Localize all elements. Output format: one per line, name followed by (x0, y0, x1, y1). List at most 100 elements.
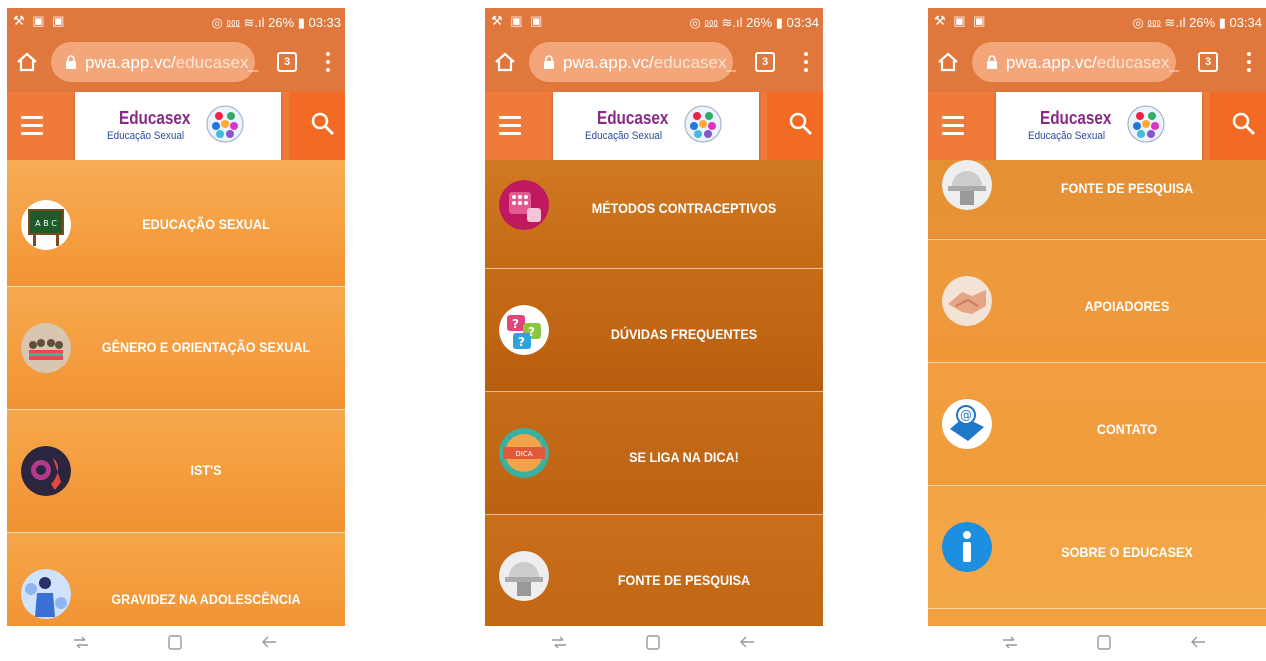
svg-text:?: ? (518, 335, 525, 349)
menu-item[interactable]: SOBRE O EDUCASEX (928, 486, 1266, 609)
pregnancy-icon (21, 569, 71, 619)
search-icon (1232, 112, 1255, 135)
home-square-icon[interactable] (1094, 632, 1114, 652)
logo-brand: Educasex (119, 108, 191, 128)
url-path: educasex_ (175, 53, 258, 72)
more-options-icon[interactable] (325, 50, 331, 74)
url-text: pwa.app.vc/educasex_ (1006, 53, 1179, 73)
menu-list: A B C EDUCAÇÃO SEXUAL GÊNERO E ORIENTAÇÃ… (7, 160, 345, 626)
android-nav-bar (928, 626, 1266, 658)
search-button[interactable] (767, 92, 823, 160)
app-header: Educasex Educação Sexual (485, 92, 823, 160)
menu-item-label: APOIADORES (1084, 298, 1170, 314)
android-nav-bar (485, 626, 823, 658)
search-icon (789, 112, 812, 135)
status-right: ◎ ⅏ ≋.ıl 26% ▮ 03:34 (689, 15, 819, 30)
status-left-icons: ⚒ ▣ ▣ (13, 13, 67, 28)
address-bar[interactable]: pwa.app.vc/educasex_ (51, 42, 258, 82)
menu-item-label: CONTATO (1096, 421, 1158, 437)
menu-item[interactable]: DICA SE LIGA NA DICA! (485, 392, 823, 515)
question-marks-icon: ??? (499, 305, 549, 355)
menu-item[interactable]: FONTE DE PESQUISA (928, 160, 1266, 240)
menu-item[interactable]: A B C EDUCAÇÃO SEXUAL (7, 164, 345, 287)
svg-text:?: ? (528, 325, 535, 339)
lock-icon (66, 55, 76, 69)
menu-item-label: DÚVIDAS FREQUENTES (610, 326, 758, 342)
url-host: pwa.app.vc/ (85, 53, 176, 72)
status-left-icons: ⚒ ▣ ▣ (934, 13, 988, 28)
back-arrow-icon[interactable] (259, 632, 279, 652)
hamburger-menu-icon[interactable] (942, 116, 964, 135)
back-arrow-icon[interactable] (737, 632, 757, 652)
menu-item[interactable]: ??? DÚVIDAS FREQUENTES (485, 269, 823, 392)
globe-people-icon (206, 105, 244, 143)
search-button[interactable] (289, 92, 345, 160)
menu-item-label: FONTE DE PESQUISA (1060, 180, 1194, 196)
menu-item[interactable]: GRAVIDEZ NA ADOLESCÊNCIA (7, 533, 345, 626)
recent-apps-icon[interactable] (549, 632, 569, 652)
menu-item[interactable]: @ CONTATO (928, 363, 1266, 486)
handshake-icon (942, 276, 992, 326)
menu-list: FONTE DE PESQUISA APOIADORES @ CONTATO S… (928, 160, 1266, 626)
url-host: pwa.app.vc/ (563, 53, 654, 72)
address-bar[interactable]: pwa.app.vc/educasex_ (972, 42, 1179, 82)
ribbon-icon (21, 446, 71, 496)
back-arrow-icon[interactable] (1188, 632, 1208, 652)
lock-icon (544, 55, 554, 69)
hardhat-icon (499, 551, 549, 601)
email-at-icon: @ (942, 399, 992, 449)
hamburger-menu-icon[interactable] (499, 116, 521, 135)
status-right: ◎ ⅏ ≋.ıl 26% ▮ 03:33 (211, 15, 341, 30)
menu-item[interactable]: GÊNERO E ORIENTAÇÃO SEXUAL (7, 287, 345, 410)
logo-brand: Educasex (597, 108, 669, 128)
app-header: Educasex Educação Sexual (928, 92, 1266, 160)
menu-item[interactable]: APOIADORES (928, 240, 1266, 363)
address-bar[interactable]: pwa.app.vc/educasex_ (529, 42, 736, 82)
app-header: Educasex Educação Sexual (7, 92, 345, 160)
home-icon[interactable] (936, 50, 960, 74)
browser-toolbar: pwa.app.vc/educasex_ 3 (928, 34, 1266, 92)
search-button[interactable] (1210, 92, 1266, 160)
logo-tagline: Educação Sexual (585, 130, 663, 142)
logo-brand: Educasex (1040, 108, 1112, 128)
tab-count-button[interactable]: 3 (1198, 52, 1218, 72)
menu-item-label: MÉTODOS CONTRACEPTIVOS (591, 200, 777, 216)
browser-toolbar: pwa.app.vc/educasex_ 3 (485, 34, 823, 92)
status-left-icons: ⚒ ▣ ▣ (491, 13, 545, 28)
home-icon[interactable] (493, 50, 517, 74)
menu-item[interactable]: FONTE DE PESQUISA (485, 515, 823, 626)
pill-pack-icon (499, 180, 549, 230)
menu-item-label: SOBRE O EDUCASEX (1061, 544, 1193, 560)
more-options-icon[interactable] (803, 50, 809, 74)
tab-count-button[interactable]: 3 (277, 52, 297, 72)
menu-item[interactable]: MÉTODOS CONTRACEPTIVOS (485, 160, 823, 269)
svg-text:A B C: A B C (35, 219, 57, 228)
more-options-icon[interactable] (1246, 50, 1252, 74)
phone-screen-3: ⚒ ▣ ▣ ◎ ⅏ ≋.ıl 26% ▮ 03:34 pwa.app.vc/ed… (928, 8, 1266, 658)
tip-badge-icon: DICA (499, 428, 549, 478)
menu-list: MÉTODOS CONTRACEPTIVOS ??? DÚVIDAS FREQU… (485, 160, 823, 626)
lock-icon (987, 55, 997, 69)
recent-apps-icon[interactable] (71, 632, 91, 652)
hamburger-menu-icon[interactable] (21, 116, 43, 135)
chalkboard-icon: A B C (21, 200, 71, 250)
home-square-icon[interactable] (165, 632, 185, 652)
logo-tagline: Educação Sexual (1028, 130, 1106, 142)
home-icon[interactable] (15, 50, 39, 74)
recent-apps-icon[interactable] (1000, 632, 1020, 652)
search-icon (311, 112, 334, 135)
menu-item-label: GÊNERO E ORIENTAÇÃO SEXUAL (101, 339, 311, 355)
svg-text:@: @ (960, 408, 972, 422)
home-square-icon[interactable] (643, 632, 663, 652)
url-host: pwa.app.vc/ (1006, 53, 1097, 72)
status-bar: ⚒ ▣ ▣ ◎ ⅏ ≋.ıl 26% ▮ 03:34 (485, 8, 823, 34)
globe-people-icon (1127, 105, 1165, 143)
menu-item-label: SE LIGA NA DICA! (629, 449, 739, 465)
tab-count-button[interactable]: 3 (755, 52, 775, 72)
people-group-icon (21, 323, 71, 373)
status-bar: ⚒ ▣ ▣ ◎ ⅏ ≋.ıl 26% ▮ 03:33 (7, 8, 345, 34)
app-logo: Educasex Educação Sexual (553, 92, 759, 160)
menu-item[interactable]: IST'S (7, 410, 345, 533)
browser-toolbar: pwa.app.vc/educasex_ 3 (7, 34, 345, 92)
svg-text:?: ? (512, 317, 519, 331)
